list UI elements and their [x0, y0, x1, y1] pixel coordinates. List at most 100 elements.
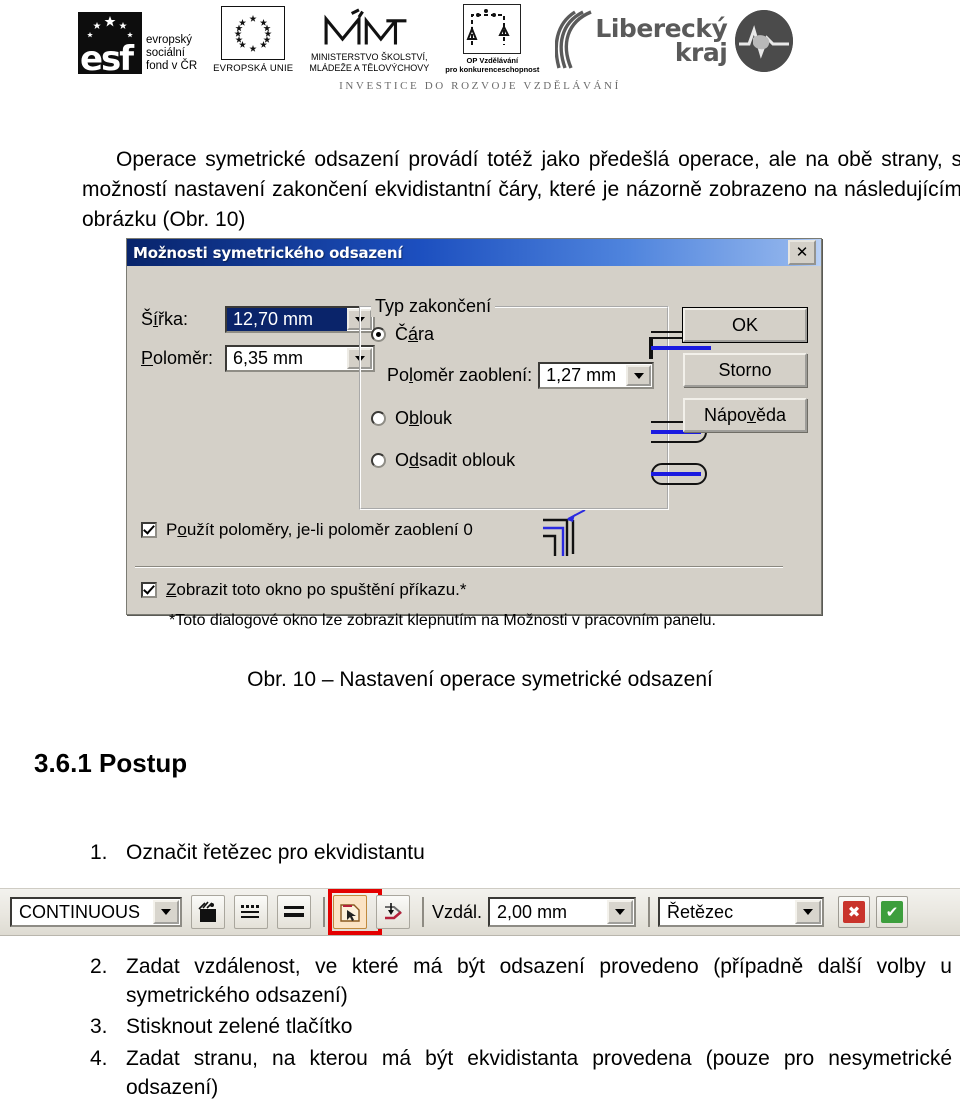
- use-radii-checkbox-row[interactable]: Použít poloměry, je-li poloměr zaoblení …: [141, 520, 473, 540]
- distance-combo[interactable]: 2,00 mm: [488, 897, 637, 927]
- offset-toolbar: CONTINUOUS Vzdál. 2,00 mm Řetězec ✖ ✔: [0, 888, 960, 936]
- dialog-titlebar: Možnosti symetrického odsazení ✕: [127, 239, 821, 266]
- eu-stars-icon: [234, 15, 272, 52]
- msmt-mark-icon: [324, 8, 407, 45]
- liberecky-kraj-wordmark: Liberecký kraj: [595, 16, 728, 67]
- line-weight-button[interactable]: [277, 895, 311, 929]
- msmt-caption: MINISTERSTVO ŠKOLSTVÍ, MLÁDEŽE A TĚLOVÝC…: [309, 52, 429, 74]
- radius-combo[interactable]: 6,35 mm: [225, 345, 375, 372]
- option-line-label: Čára: [395, 324, 435, 344]
- option-offset-arc-row[interactable]: Odsadit oblouk: [371, 450, 707, 485]
- esf-acronym: esf: [80, 39, 134, 79]
- liberecky-line2: kraj: [674, 38, 728, 67]
- mode-value[interactable]: Řetězec: [660, 899, 794, 925]
- linetype-chevron-down-icon[interactable]: [153, 900, 179, 924]
- mode-combo[interactable]: Řetězec: [658, 897, 825, 927]
- liberecky-emblem-shape-icon: [735, 10, 794, 72]
- toolbar-separator-2: [422, 897, 424, 927]
- step-2-number: 2.: [90, 955, 108, 978]
- dimension-fields-group: Šířka: 12,70 mm Poloměr: 6,35 mm: [141, 306, 375, 384]
- cancel-cross-icon: ✖: [843, 901, 866, 923]
- msmt-caption-line2: MLÁDEŽE A TĚLOVÝCHOVY: [309, 63, 430, 73]
- ok-button[interactable]: OK: [682, 307, 808, 343]
- confirm-check-icon: ✔: [881, 901, 904, 923]
- msmt-logo: MINISTERSTVO ŠKOLSTVÍ, MLÁDEŽE A TĚLOVÝC…: [309, 8, 429, 74]
- symmetric-offset-options-dialog: Možnosti symetrického odsazení ✕ Šířka: …: [126, 238, 822, 629]
- fillet-radius-label: Poloměr zaoblení:: [387, 365, 533, 385]
- help-button[interactable]: Nápo v ěda: [683, 398, 807, 432]
- step-4-number: 4.: [90, 1047, 108, 1070]
- step-1-number: 1.: [90, 841, 108, 864]
- fillet-combo-chevron-down-icon[interactable]: [626, 365, 652, 386]
- option-line-row[interactable]: Čára: [371, 324, 711, 359]
- esf-caption-line1: evropský: [146, 34, 193, 46]
- show-dialog-checkbox[interactable]: [141, 582, 157, 598]
- end-type-groupbox: Typ zakončení Čára Poloměr zaoblení: 1,2…: [359, 296, 711, 510]
- step-2-text: Zadat vzdálenost, ve které má být odsaze…: [126, 955, 952, 1007]
- banner-tagline: INVESTICE DO ROZVOJE VZDĚLÁVÁNÍ: [339, 80, 621, 92]
- show-dialog-checkbox-row[interactable]: Zobrazit toto okno po spuštění příkazu.*: [141, 580, 467, 600]
- op-diagram-shape-icon: [466, 9, 510, 45]
- select-chain-button[interactable]: [333, 895, 367, 929]
- radius-value[interactable]: 6,35 mm: [227, 347, 347, 370]
- dialog-buttons: OK Storno Nápo v ěda: [682, 307, 808, 443]
- option-arc-label: Oblouk: [395, 408, 453, 428]
- distance-value[interactable]: 2,00 mm: [490, 899, 606, 925]
- toolbar-separator: [323, 897, 325, 927]
- option-arc-row[interactable]: Oblouk: [371, 408, 707, 443]
- offset-side-button[interactable]: [376, 895, 410, 929]
- end-type-legend: Typ zakončení: [371, 296, 496, 317]
- esf-caption: evropský sociální fond v ČR: [146, 34, 197, 74]
- dialog-divider: [135, 566, 783, 568]
- width-field-row: Šířka: 12,70 mm: [141, 306, 375, 333]
- layer-paint-icon: [198, 901, 216, 922]
- option-arc-radio[interactable]: [371, 411, 386, 426]
- step-3-text: Stisknout zelené tlačítko: [126, 1015, 353, 1038]
- option-line-radio[interactable]: [371, 327, 386, 342]
- figure-caption: Obr. 10 – Nastavení operace symetrické o…: [247, 668, 713, 691]
- section-heading: 3.6.1 Postup: [34, 748, 188, 778]
- op-caption: OP Vzdělávání pro konkurenceschopnost: [445, 56, 539, 74]
- toolbar-separator-3: [648, 897, 651, 927]
- liberecky-kraj-logo: Liberecký kraj: [555, 8, 794, 74]
- esf-stars-icon: [87, 16, 133, 38]
- linetype-value[interactable]: CONTINUOUS: [12, 899, 152, 925]
- radius-label: Poloměr:: [141, 348, 214, 368]
- fillet-radius-combo[interactable]: 1,27 mm: [538, 362, 655, 389]
- op-vzdelavani-logo: OP Vzdělávání pro konkurenceschopnost: [445, 4, 539, 74]
- cancel-button[interactable]: Storno: [683, 353, 807, 387]
- msmt-caption-line1: MINISTERSTVO ŠKOLSTVÍ,: [311, 52, 428, 62]
- close-icon[interactable]: ✕: [788, 240, 816, 265]
- layer-button[interactable]: [191, 895, 225, 929]
- distance-chevron-down-icon[interactable]: [607, 900, 634, 924]
- dashed-lines-button[interactable]: [234, 895, 268, 929]
- line-weight-icon: [284, 906, 304, 917]
- esf-logo: esf evropský sociální fond v ČR: [78, 8, 197, 79]
- step-4-text: Zadat stranu, na kterou má být ekvidista…: [126, 1047, 952, 1099]
- select-chain-group: [328, 889, 410, 935]
- width-value[interactable]: 12,70 mm: [227, 308, 347, 331]
- funding-logo-banner: esf evropský sociální fond v ČR EVROPSKÁ…: [0, 0, 960, 100]
- mode-chevron-down-icon[interactable]: [795, 900, 822, 924]
- eu-logo: EVROPSKÁ UNIE: [213, 6, 293, 74]
- list-item: 2. Zadat vzdálenost, ve které má být ods…: [90, 952, 952, 1010]
- liberecky-arcs-icon: [555, 10, 593, 69]
- option-offset-arc-radio[interactable]: [371, 453, 386, 468]
- distance-label: Vzdál.: [432, 901, 483, 922]
- option-offset-arc-label: Odsadit oblouk: [395, 450, 516, 470]
- eu-flag-icon: [221, 6, 286, 60]
- op-caption-line2: pro konkurenceschopnost: [445, 65, 540, 74]
- offset-side-icon: [385, 903, 402, 920]
- linetype-combo[interactable]: CONTINUOUS: [10, 897, 182, 927]
- confirm-action-button[interactable]: ✔: [876, 896, 909, 928]
- cancel-action-button[interactable]: ✖: [838, 896, 871, 928]
- use-radii-checkbox[interactable]: [141, 522, 157, 538]
- select-chain-icon: [340, 904, 360, 922]
- width-label: Šířka:: [141, 309, 189, 329]
- esf-caption-line3: fond v ČR: [146, 60, 198, 72]
- fillet-radius-row: Poloměr zaoblení: 1,27 mm: [387, 362, 655, 389]
- logo-row: esf evropský sociální fond v ČR EVROPSKÁ…: [78, 4, 794, 79]
- width-combo[interactable]: 12,70 mm: [225, 306, 375, 333]
- fillet-radius-value[interactable]: 1,27 mm: [540, 364, 626, 387]
- use-radii-label: Použít poloměry, je-li poloměr zaoblení …: [166, 520, 473, 539]
